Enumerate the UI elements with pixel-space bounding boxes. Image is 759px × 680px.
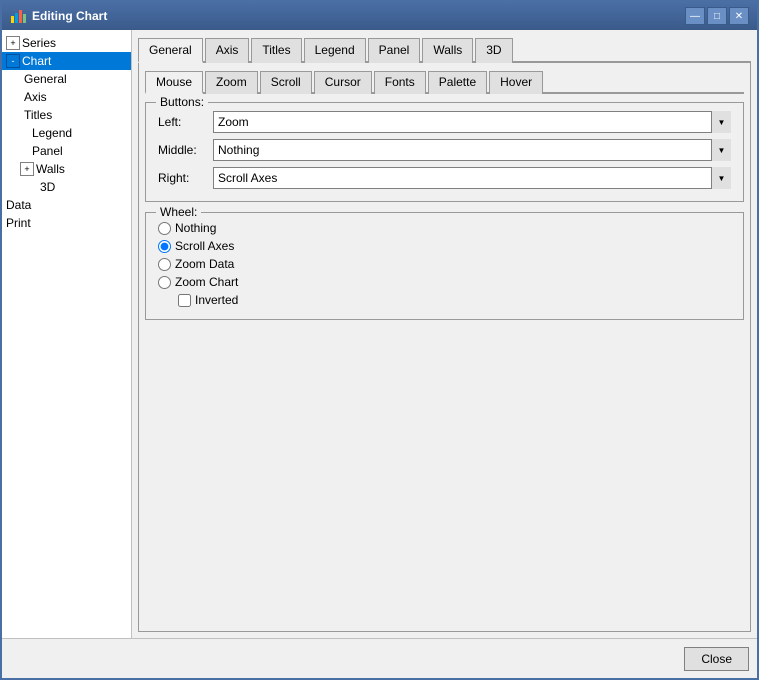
sidebar-item-legend-label: Legend <box>32 126 72 140</box>
bottom-bar: Close <box>2 638 757 678</box>
buttons-group: Buttons: Left: Zoom Nothing Scroll Axes … <box>145 102 744 202</box>
wheel-nothing-radio[interactable] <box>158 222 171 235</box>
close-window-button[interactable]: ✕ <box>729 7 749 25</box>
sidebar-item-series[interactable]: + Series <box>2 34 131 52</box>
tab-legend[interactable]: Legend <box>304 38 366 63</box>
wheel-nothing-row: Nothing <box>158 221 731 235</box>
window-title: Editing Chart <box>32 9 107 23</box>
main-tabs-row: General Axis Titles Legend Panel Walls 3… <box>138 36 751 63</box>
wheel-zoomdata-label[interactable]: Zoom Data <box>175 257 234 271</box>
left-label: Left: <box>158 115 213 129</box>
sidebar-item-chart-label: Chart <box>22 54 51 68</box>
wheel-nothing-label[interactable]: Nothing <box>175 221 216 235</box>
sub-tab-scroll[interactable]: Scroll <box>260 71 312 94</box>
tab-general[interactable]: General <box>138 38 203 63</box>
tab-panel[interactable]: Panel <box>368 38 421 63</box>
sub-tab-hover[interactable]: Hover <box>489 71 543 94</box>
sidebar-item-panel[interactable]: Panel <box>2 142 131 160</box>
sidebar-item-data-label: Data <box>6 198 31 212</box>
sidebar-item-data[interactable]: Data <box>2 196 131 214</box>
right-select[interactable]: Scroll Axes Nothing Zoom Zoom Data Zoom … <box>213 167 731 189</box>
left-select[interactable]: Zoom Nothing Scroll Axes Zoom Data Zoom … <box>213 111 731 133</box>
wheel-zoomchart-radio[interactable] <box>158 276 171 289</box>
wheel-scroll-label[interactable]: Scroll Axes <box>175 239 234 253</box>
walls-expander[interactable]: + <box>20 162 34 176</box>
right-label: Right: <box>158 171 213 185</box>
content-area: + Series - Chart General Axis Titles Le <box>2 30 757 638</box>
sidebar-item-panel-label: Panel <box>32 144 63 158</box>
sidebar-item-3d-label: 3D <box>40 180 55 194</box>
inverted-label[interactable]: Inverted <box>195 293 238 307</box>
wheel-zoomchart-row: Zoom Chart <box>158 275 731 289</box>
sidebar-item-print[interactable]: Print <box>2 214 131 232</box>
sidebar-item-titles-label: Titles <box>24 108 52 122</box>
left-button-row: Left: Zoom Nothing Scroll Axes Zoom Data… <box>158 111 731 133</box>
sidebar-item-series-label: Series <box>22 36 56 50</box>
chart-icon <box>10 8 26 24</box>
tab-titles[interactable]: Titles <box>251 38 301 63</box>
middle-button-row: Middle: Nothing Zoom Scroll Axes Zoom Da… <box>158 139 731 161</box>
inverted-checkbox[interactable] <box>178 294 191 307</box>
wheel-scroll-row: Scroll Axes <box>158 239 731 253</box>
middle-select-wrapper: Nothing Zoom Scroll Axes Zoom Data Zoom … <box>213 139 731 161</box>
sub-tab-cursor[interactable]: Cursor <box>314 71 372 94</box>
chart-expander[interactable]: - <box>6 54 20 68</box>
sidebar-item-print-label: Print <box>6 216 31 230</box>
main-window: Editing Chart — □ ✕ + Series - Chart Gen… <box>0 0 759 680</box>
sidebar-item-chart[interactable]: - Chart <box>2 52 131 70</box>
sidebar-item-walls[interactable]: + Walls <box>2 160 131 178</box>
main-tab-content: Mouse Zoom Scroll Cursor Fonts Palette H… <box>138 63 751 632</box>
title-buttons: — □ ✕ <box>685 7 749 25</box>
sub-tab-palette[interactable]: Palette <box>428 71 487 94</box>
wheel-zoomchart-label[interactable]: Zoom Chart <box>175 275 238 289</box>
sidebar-item-legend[interactable]: Legend <box>2 124 131 142</box>
maximize-button[interactable]: □ <box>707 7 727 25</box>
tab-axis[interactable]: Axis <box>205 38 250 63</box>
main-panel: General Axis Titles Legend Panel Walls 3… <box>132 30 757 638</box>
tab-3d[interactable]: 3D <box>475 38 512 63</box>
sidebar: + Series - Chart General Axis Titles Le <box>2 30 132 638</box>
sub-tabs-row: Mouse Zoom Scroll Cursor Fonts Palette H… <box>145 69 744 94</box>
close-button[interactable]: Close <box>684 647 749 671</box>
left-select-wrapper: Zoom Nothing Scroll Axes Zoom Data Zoom … <box>213 111 731 133</box>
sidebar-item-3d[interactable]: 3D <box>2 178 131 196</box>
middle-label: Middle: <box>158 143 213 157</box>
right-select-wrapper: Scroll Axes Nothing Zoom Zoom Data Zoom … <box>213 167 731 189</box>
sidebar-item-titles[interactable]: Titles <box>2 106 131 124</box>
title-bar-left: Editing Chart <box>10 8 107 24</box>
minimize-button[interactable]: — <box>685 7 705 25</box>
wheel-zoomdata-row: Zoom Data <box>158 257 731 271</box>
wheel-group: Wheel: Nothing Scroll Axes Zoom Data <box>145 212 744 320</box>
sidebar-item-walls-label: Walls <box>36 162 65 176</box>
sub-tab-fonts[interactable]: Fonts <box>374 71 426 94</box>
wheel-group-title: Wheel: <box>156 205 201 219</box>
sidebar-item-axis[interactable]: Axis <box>2 88 131 106</box>
inverted-row: Inverted <box>178 293 731 307</box>
buttons-group-title: Buttons: <box>156 95 208 109</box>
sidebar-item-axis-label: Axis <box>24 90 47 104</box>
middle-select[interactable]: Nothing Zoom Scroll Axes Zoom Data Zoom … <box>213 139 731 161</box>
wheel-zoomdata-radio[interactable] <box>158 258 171 271</box>
right-button-row: Right: Scroll Axes Nothing Zoom Zoom Dat… <box>158 167 731 189</box>
sub-tab-zoom[interactable]: Zoom <box>205 71 258 94</box>
sidebar-item-general[interactable]: General <box>2 70 131 88</box>
sidebar-item-general-label: General <box>24 72 67 86</box>
wheel-scroll-radio[interactable] <box>158 240 171 253</box>
title-bar: Editing Chart — □ ✕ <box>2 2 757 30</box>
sub-tab-mouse[interactable]: Mouse <box>145 71 203 94</box>
series-expander[interactable]: + <box>6 36 20 50</box>
tab-walls[interactable]: Walls <box>422 38 473 63</box>
